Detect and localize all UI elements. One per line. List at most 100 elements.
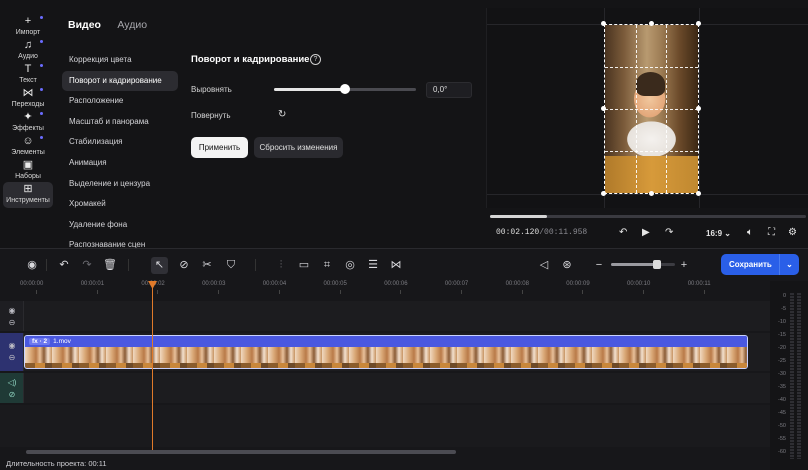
overlay-track-lane[interactable]	[24, 301, 770, 331]
straighten-slider[interactable]	[274, 84, 416, 94]
menu-item[interactable]: Поворот и кадрирование	[62, 70, 178, 92]
rail-item-2[interactable]: T Текст	[3, 62, 53, 88]
redo-step-icon[interactable]: ↷	[665, 227, 673, 238]
empty-track-lane[interactable]	[0, 405, 770, 447]
rail-item-6[interactable]: ▣ Наборы	[3, 158, 53, 184]
crop-handle-right[interactable]	[696, 106, 701, 111]
zoom-in-icon[interactable]: +	[677, 258, 691, 272]
scissors-icon[interactable]: ✂	[200, 258, 214, 272]
menu-item[interactable]: Расположение	[62, 91, 178, 112]
music-note-icon: ♫	[23, 39, 33, 51]
video-eye-icon[interactable]: ◉	[7, 341, 17, 351]
zoom-slider-knob[interactable]	[653, 260, 662, 269]
menu-item[interactable]: Выделение и цензура	[62, 174, 178, 195]
tab-video[interactable]: Видео	[68, 19, 101, 31]
menu-item[interactable]: Анимация	[62, 153, 178, 174]
eye-icon[interactable]: ◉	[7, 306, 17, 316]
captions-icon[interactable]: ▭	[297, 258, 311, 272]
audio-waveform-icon[interactable]: ⫶	[274, 258, 288, 272]
undo-step-icon[interactable]: ↶	[619, 227, 627, 238]
crop-handle-bottom[interactable]	[649, 191, 654, 196]
crop-icon[interactable]: ⌗	[320, 258, 334, 272]
tab-audio[interactable]: Аудио	[117, 19, 147, 31]
crop-handle-top-right[interactable]	[696, 21, 701, 26]
ruler-tick-label: 00:00:00	[20, 281, 44, 287]
angle-input[interactable]: 0,0°	[426, 82, 472, 98]
text-icon: T	[24, 63, 32, 75]
aspect-ratio-select[interactable]: 16:9 ⌄	[706, 229, 731, 238]
ruler-tick-label: 00:00:03	[202, 281, 226, 287]
volume-icon[interactable]: 🔈︎	[747, 227, 753, 238]
save-button[interactable]: Сохранить ⌄	[721, 254, 799, 275]
settings-gear-icon[interactable]: ⚙	[788, 227, 797, 238]
speaker-icon[interactable]: ◁)	[7, 378, 17, 388]
timeline-ruler[interactable]: 00:00:00 00:00:01 00:00:02 00:00:03 00:00:04…	[20, 281, 768, 295]
audio-track-lane[interactable]	[24, 373, 770, 403]
video-clip[interactable]: fx · 2 1.mov	[24, 335, 748, 369]
save-options-chevron-icon[interactable]: ⌄	[779, 254, 799, 275]
adjust-sliders-icon[interactable]: ☰	[366, 258, 380, 272]
volume-meter-left	[790, 293, 794, 459]
zoom-slider-fill	[611, 263, 658, 266]
help-icon[interactable]: ?	[310, 54, 321, 65]
mask-icon[interactable]: ⋈	[389, 258, 403, 272]
menu-item[interactable]: Хромакей	[62, 194, 178, 215]
magnet-snap-icon[interactable]: ⊛	[560, 258, 574, 272]
rail-item-4[interactable]: ✦ Эффекты	[3, 110, 53, 136]
panel-tabs: Видео Аудио	[68, 15, 159, 33]
straighten-slider-knob[interactable]	[340, 84, 350, 94]
timeline-zoom-slider[interactable]	[611, 260, 675, 269]
volume-meter-right	[797, 293, 801, 459]
link-icon[interactable]: ⊖	[7, 318, 17, 328]
fullscreen-icon[interactable]: ⛶	[768, 227, 775, 238]
rail-item-1[interactable]: ♫ Аудио	[3, 38, 53, 64]
ruler-tick-label: 00:00:08	[505, 281, 529, 287]
new-badge-dot	[40, 88, 43, 91]
delete-icon[interactable]: 🗑︎	[103, 258, 117, 272]
volume-meter: 0 -5 -10 -15 -20 -25 -30 -35 -40 -45 -50 -55 -60	[770, 281, 808, 470]
clip-fx-badge[interactable]: fx · 2	[29, 338, 51, 345]
rail-item-7[interactable]: ⊞ Инструменты	[3, 182, 53, 208]
apply-button[interactable]: Применить	[191, 137, 248, 158]
crop-handle-top-left[interactable]	[601, 21, 606, 26]
menu-item[interactable]: Стабилизация	[62, 132, 178, 153]
undo-icon[interactable]: ↶	[57, 258, 71, 272]
play-icon[interactable]: ▶	[642, 227, 650, 238]
crop-handle-top[interactable]	[649, 21, 654, 26]
rail-item-0[interactable]: + Импорт	[3, 14, 53, 40]
meter-scale-label: -55	[778, 436, 786, 442]
menu-item[interactable]: Удаление фона	[62, 215, 178, 236]
speed-icon[interactable]: ◎	[343, 258, 357, 272]
crop-handle-bottom-right[interactable]	[696, 191, 701, 196]
bag-icon: ▣	[22, 159, 34, 171]
audio-unlink-icon[interactable]: ⊘	[7, 390, 17, 400]
playhead[interactable]	[152, 283, 153, 450]
menu-item[interactable]: Распознавание сцен	[62, 235, 178, 248]
preview-seek-bar[interactable]	[490, 215, 806, 218]
section-title: Поворот и кадрирование	[191, 54, 310, 65]
tools-grid-icon: ⊞	[23, 183, 33, 195]
menu-item[interactable]: Масштаб и панорама	[62, 112, 178, 133]
meter-scale-label: -30	[778, 371, 786, 377]
crop-frame[interactable]	[604, 24, 699, 194]
rail-item-5[interactable]: ☺ Элементы	[3, 134, 53, 160]
rail-item-3[interactable]: ⋈ Переходы	[3, 86, 53, 112]
menu-item[interactable]: Коррекция цвета	[62, 50, 178, 71]
crop-handle-left[interactable]	[601, 106, 606, 111]
meter-scale-label: -50	[778, 423, 786, 429]
shield-icon[interactable]: ⛉	[224, 258, 238, 272]
clip-name: 1.mov	[53, 338, 71, 345]
video-lock-icon[interactable]: ⊖	[7, 353, 17, 363]
crop-handle-bottom-left[interactable]	[601, 191, 606, 196]
rotate-icon[interactable]: ↻	[278, 109, 286, 120]
redo-icon[interactable]: ↷	[80, 258, 94, 272]
record-icon[interactable]: ◉	[25, 258, 39, 272]
timeline-horizontal-scrollbar[interactable]	[26, 450, 456, 454]
eraser-icon[interactable]: ⊘	[177, 258, 191, 272]
audio-split-icon[interactable]: ◁	[537, 258, 551, 272]
select-pointer-icon[interactable]: ↖	[151, 257, 168, 274]
zoom-out-icon[interactable]: −	[592, 258, 606, 272]
empty-track	[0, 405, 770, 447]
reset-changes-button[interactable]: Сбросить изменения	[254, 137, 343, 158]
chevron-down-icon: ⌄	[724, 229, 731, 238]
